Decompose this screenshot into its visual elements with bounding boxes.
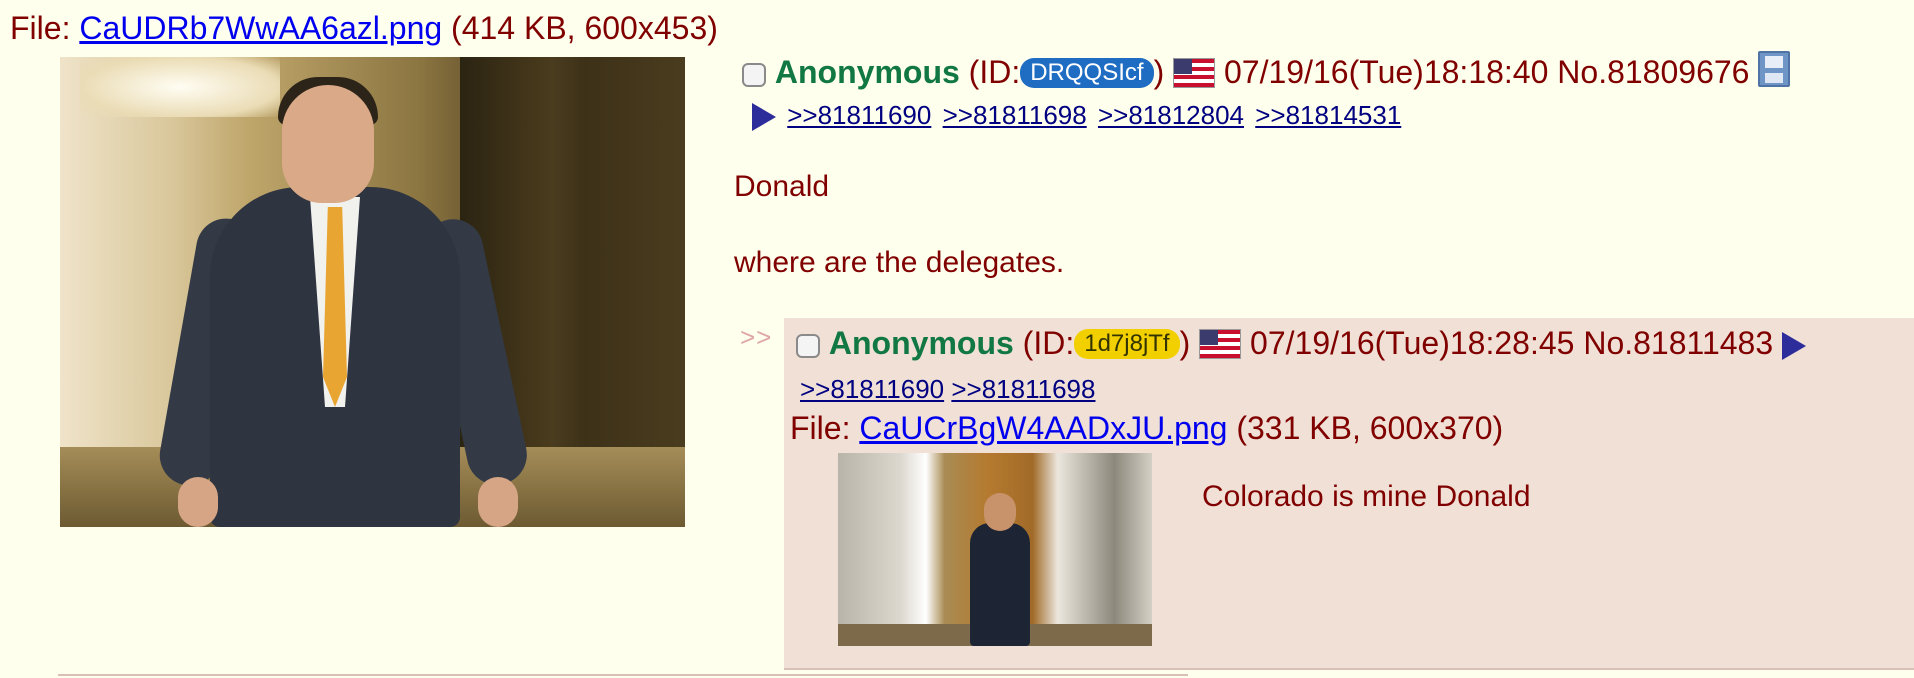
us-flag-icon	[1173, 57, 1216, 88]
image-figure-hand-right	[478, 477, 518, 527]
reply-file-link[interactable]: CaUCrBgW4AADxJU.png	[859, 410, 1227, 446]
save-icon[interactable]	[1758, 50, 1791, 87]
reply-message: Colorado is mine Donald	[1202, 480, 1531, 513]
op-backlinks: >>81811690 >>81811698 >>81812804 >>81814…	[752, 100, 1401, 132]
reply-id-suffix: )	[1179, 325, 1191, 361]
backlink[interactable]: >>81814531	[1255, 100, 1401, 130]
op-id-suffix: )	[1153, 54, 1165, 90]
backlink[interactable]: >>81811690	[800, 374, 944, 404]
op-file-info: File: CaUDRb7WwAA6azl.png (414 KB, 600x4…	[10, 10, 718, 47]
image-figure-head	[984, 493, 1016, 531]
op-file-meta: (414 KB, 600x453)	[451, 10, 718, 46]
op-post-header: Anonymous (ID: DRQQSIcf) 07/19/16(Tue)18:…	[742, 50, 1791, 93]
image-figure-hand-left	[178, 477, 218, 527]
reply-datetime: 07/19/16(Tue)18:28:45	[1250, 325, 1575, 361]
op-id-prefix: (ID:	[968, 54, 1021, 90]
reply-poster-id[interactable]: 1d7j8jTf	[1074, 328, 1180, 359]
image-figure-suit	[970, 523, 1030, 646]
op-message-line: Donald	[734, 170, 830, 203]
op-file-link[interactable]: CaUDRb7WwAA6azl.png	[79, 10, 442, 46]
reply-post-number[interactable]: No.81811483	[1583, 325, 1773, 361]
triangle-right-icon[interactable]	[1782, 331, 1807, 360]
reply-thumbnail-image[interactable]	[838, 453, 1152, 646]
reply-side-arrows: >>	[740, 322, 773, 352]
backlink[interactable]: >>81811698	[943, 100, 1087, 130]
reply-post-header: Anonymous (ID: 1d7j8jTf) 07/19/16(Tue)18:…	[796, 325, 1807, 362]
reply-file-label: File:	[790, 410, 851, 446]
us-flag-icon	[1199, 328, 1242, 359]
reply-backlinks: >>81811690 >>81811698	[800, 374, 1095, 405]
reply-poster-name: Anonymous	[828, 325, 1014, 361]
op-select-checkbox[interactable]	[742, 62, 766, 87]
divider	[58, 674, 1188, 676]
reply-select-checkbox[interactable]	[796, 333, 820, 358]
op-message-line: where are the delegates.	[734, 246, 1065, 279]
triangle-right-icon[interactable]	[752, 103, 776, 132]
image-figure-head	[282, 85, 374, 203]
reply-file-meta: (331 KB, 600x370)	[1236, 410, 1504, 446]
backlink[interactable]: >>81812804	[1098, 100, 1244, 130]
backlink[interactable]: >>81811690	[787, 100, 931, 130]
backlink[interactable]: >>81811698	[951, 374, 1095, 404]
reply-id-prefix: (ID:	[1022, 325, 1075, 361]
op-datetime: 07/19/16(Tue)18:18:40	[1224, 54, 1549, 90]
image-bg-light	[80, 57, 280, 117]
op-thumbnail-image[interactable]	[60, 57, 685, 527]
op-file-label: File:	[10, 10, 71, 46]
op-poster-name: Anonymous	[774, 54, 960, 90]
op-poster-id[interactable]: DRQQSIcf	[1020, 57, 1154, 88]
reply-file-info: File: CaUCrBgW4AADxJU.png (331 KB, 600x3…	[790, 410, 1503, 447]
op-post-number[interactable]: No.81809676	[1557, 54, 1749, 90]
